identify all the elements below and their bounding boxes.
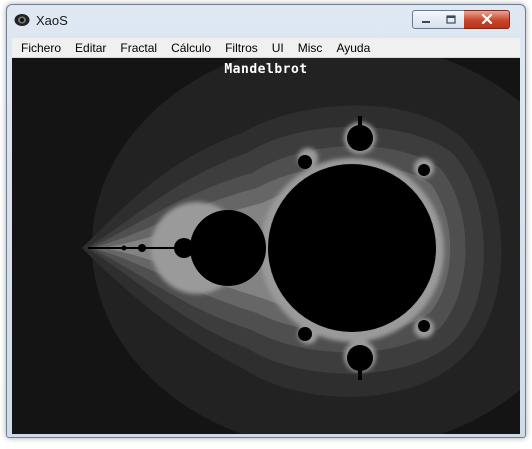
app-window: XaoS Fichero Editar Fractal Cálculo Filt… [6, 4, 526, 438]
minimize-button[interactable] [412, 10, 439, 29]
close-icon [481, 11, 493, 29]
menu-misc[interactable]: Misc [291, 38, 330, 58]
title-bar[interactable]: XaoS [7, 5, 525, 35]
menu-filtros[interactable]: Filtros [218, 38, 265, 58]
eye-icon[interactable] [14, 12, 30, 28]
close-button[interactable] [464, 10, 510, 29]
fractal-name: Mandelbrot [224, 62, 308, 77]
fractal-canvas[interactable]: Mandelbrot [12, 58, 520, 434]
menu-editar[interactable]: Editar [68, 38, 113, 58]
menu-ayuda[interactable]: Ayuda [329, 38, 377, 58]
maximize-icon [446, 11, 456, 29]
maximize-button[interactable] [438, 10, 465, 29]
menu-calculo[interactable]: Cálculo [164, 38, 218, 58]
mandelbrot-image [82, 58, 520, 434]
menu-fractal[interactable]: Fractal [113, 38, 164, 58]
minimize-icon [421, 11, 431, 29]
menu-ui[interactable]: UI [265, 38, 291, 58]
menu-bar: Fichero Editar Fractal Cálculo Filtros U… [12, 38, 520, 58]
menu-fichero[interactable]: Fichero [14, 38, 68, 58]
window-title: XaoS [36, 13, 68, 28]
